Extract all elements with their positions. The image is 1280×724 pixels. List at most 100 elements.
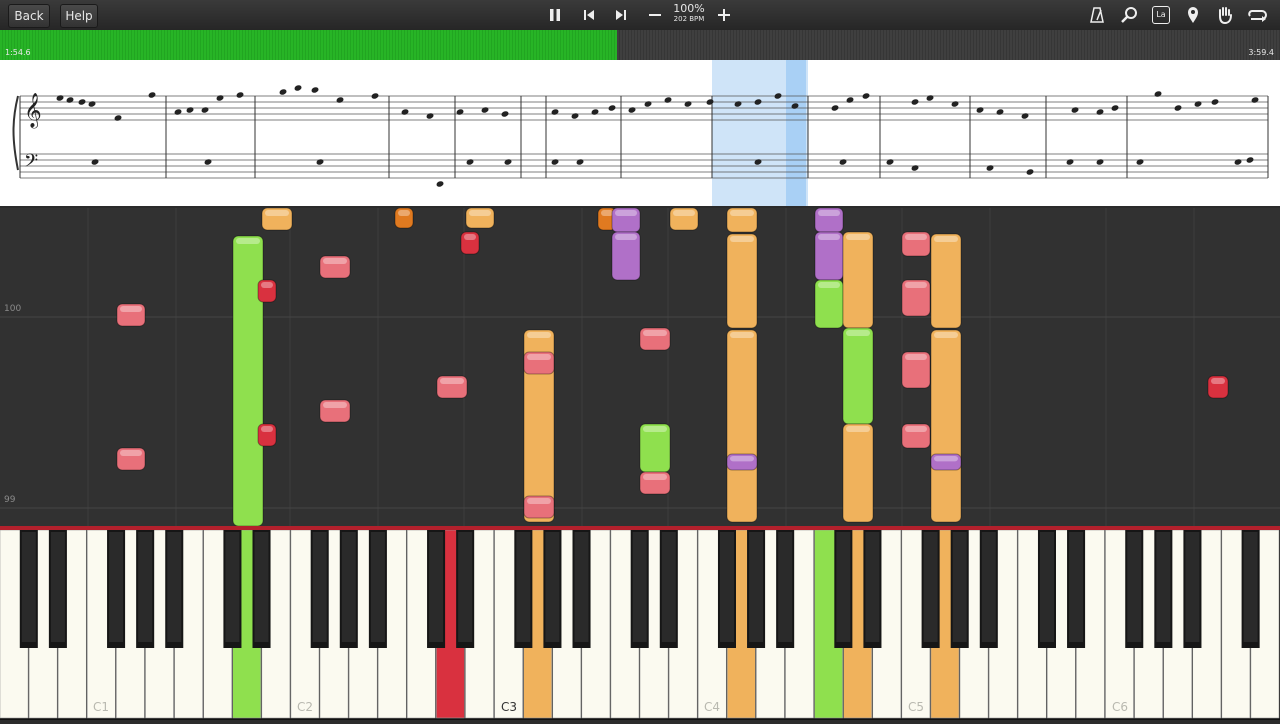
falling-note xyxy=(814,279,844,329)
falling-note xyxy=(901,423,931,449)
black-key-highlight xyxy=(981,532,996,642)
sheet-note xyxy=(1246,157,1254,163)
octave-label: C6 xyxy=(1112,700,1129,714)
falling-note xyxy=(901,231,931,257)
help-button[interactable]: Help xyxy=(60,4,98,28)
current-time: 1:54.6 xyxy=(5,48,31,57)
black-key-highlight xyxy=(749,532,764,642)
search-icon[interactable] xyxy=(1118,4,1140,26)
black-key-highlight xyxy=(574,532,589,642)
sheet-note xyxy=(426,113,434,119)
falling-note xyxy=(901,279,931,317)
falling-note xyxy=(116,447,146,471)
black-key-highlight xyxy=(865,532,880,642)
total-time: 3:59.4 xyxy=(1248,48,1274,57)
sheet-note xyxy=(986,165,994,171)
sheet-note xyxy=(576,159,584,165)
falling-note xyxy=(669,208,699,231)
sheet-note xyxy=(1021,113,1029,119)
falling-note xyxy=(460,231,480,255)
falling-note xyxy=(814,208,844,233)
falling-note xyxy=(1207,375,1229,399)
marker-icon[interactable] xyxy=(1182,4,1204,26)
black-key-highlight xyxy=(167,532,182,642)
skip-forward-icon[interactable] xyxy=(610,4,632,26)
sheet-note xyxy=(644,101,652,107)
falling-note xyxy=(639,423,671,473)
plus-icon[interactable] xyxy=(713,4,735,26)
minus-icon[interactable] xyxy=(644,4,666,26)
sheet-note xyxy=(501,111,509,117)
piano-keyboard[interactable]: C1 C2 C3 C4 C5 C6 xyxy=(0,529,1280,720)
pause-icon[interactable] xyxy=(544,4,566,26)
falling-note xyxy=(901,351,931,389)
sheet-note xyxy=(1174,105,1182,111)
sheet-note xyxy=(886,159,894,165)
svg-text:𝄢: 𝄢 xyxy=(24,151,38,176)
toolbar: Back Help 100% 202 BPM La xyxy=(0,0,1280,30)
sheet-note xyxy=(236,92,244,98)
sheet-note xyxy=(1136,159,1144,165)
black-key-highlight xyxy=(516,532,531,642)
sheet-note xyxy=(216,95,224,101)
sheet-note xyxy=(608,105,616,111)
svg-text:𝄞: 𝄞 xyxy=(24,93,42,129)
sheet-note xyxy=(1096,159,1104,165)
skip-back-icon[interactable] xyxy=(578,4,600,26)
note-label-glyph: La xyxy=(1152,6,1170,24)
sheet-note xyxy=(148,92,156,98)
sheet-note xyxy=(1111,105,1119,111)
sheet-note xyxy=(66,97,74,103)
falling-note xyxy=(394,208,414,229)
sheet-note xyxy=(316,159,324,165)
metronome-icon[interactable] xyxy=(1086,4,1108,26)
song-progress-bar[interactable]: 1:54.6 3:59.4 xyxy=(0,30,1280,60)
black-key-highlight xyxy=(1069,532,1084,642)
black-key-highlight xyxy=(1156,532,1171,642)
back-button[interactable]: Back xyxy=(8,4,50,28)
sheet-note xyxy=(456,109,464,115)
sheet-note xyxy=(996,109,1004,115)
black-key-highlight xyxy=(661,532,676,642)
sheet-note xyxy=(201,107,209,113)
progress-fill xyxy=(0,30,617,60)
sheet-note xyxy=(336,97,344,103)
sheet-note xyxy=(862,93,870,99)
falling-note xyxy=(232,235,264,527)
loop-icon[interactable] xyxy=(1246,4,1268,26)
progress-remaining xyxy=(616,30,1280,60)
sheet-note xyxy=(571,113,579,119)
falling-note xyxy=(611,231,641,281)
sheet-music-panel[interactable]: 𝄞 𝄢 xyxy=(0,60,1280,206)
sheet-note xyxy=(951,101,959,107)
octave-label: C2 xyxy=(297,700,314,714)
falling-note xyxy=(842,423,874,523)
falling-notes-area: 100 99 xyxy=(0,208,1280,530)
sheet-note xyxy=(88,101,96,107)
sheet-note xyxy=(551,159,559,165)
black-key-highlight xyxy=(1127,532,1142,642)
sheet-note xyxy=(1066,159,1074,165)
sheet-note xyxy=(279,89,287,95)
sheet-note xyxy=(114,115,122,121)
note-label-icon[interactable]: La xyxy=(1150,4,1172,26)
falling-note xyxy=(930,453,962,471)
falling-note xyxy=(726,233,758,329)
black-key-highlight xyxy=(312,532,327,642)
falling-note xyxy=(116,303,146,327)
falling-note xyxy=(930,329,962,523)
sheet-note xyxy=(976,107,984,113)
falling-note xyxy=(257,279,277,303)
black-key-highlight xyxy=(429,532,444,642)
falling-note xyxy=(726,329,758,523)
hand-icon[interactable] xyxy=(1214,4,1236,26)
black-key-highlight xyxy=(21,532,36,642)
sheet-note xyxy=(1234,159,1242,165)
sheet-note xyxy=(911,165,919,171)
sheet-note xyxy=(436,181,444,187)
falling-note xyxy=(523,495,555,519)
octave-label: C5 xyxy=(908,700,925,714)
octave-label: C1 xyxy=(93,700,110,714)
sheet-note xyxy=(401,109,409,115)
sheet-note xyxy=(371,93,379,99)
